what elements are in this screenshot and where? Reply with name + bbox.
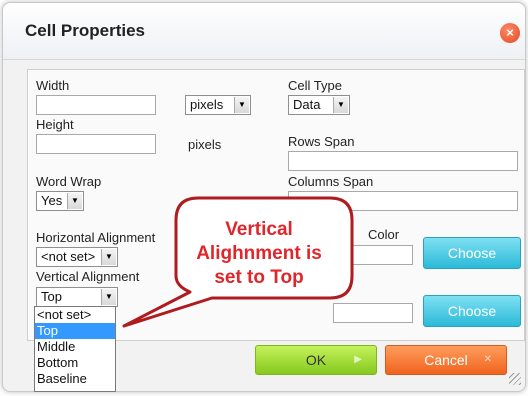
dropdown-option[interactable]: <not set> [35, 307, 115, 323]
vertical-alignment-select[interactable]: Top ▼ [36, 287, 118, 307]
word-wrap-label: Word Wrap [36, 174, 102, 189]
horizontal-alignment-label: Horizontal Alignment [36, 230, 156, 245]
dropdown-option[interactable]: Bottom [35, 355, 115, 371]
cancel-label: Cancel [424, 352, 468, 368]
dropdown-arrow-icon: ▼ [234, 97, 249, 113]
dropdown-option[interactable]: Middle [35, 339, 115, 355]
horizontal-alignment-select[interactable]: <not set> ▼ [36, 247, 118, 267]
dropdown-arrow-icon: ▼ [101, 249, 116, 265]
callout-line-3: set to Top [214, 267, 304, 288]
dialog-header: Cell Properties × [3, 3, 525, 60]
callout-text: Vertical Alighnment is set to Top [184, 218, 334, 290]
ok-button[interactable]: OK ▶ [255, 345, 377, 375]
arrow-right-icon: ▶ [354, 354, 362, 365]
word-wrap-value: Yes [41, 193, 63, 208]
resize-grip-icon[interactable] [509, 373, 521, 385]
color-input-1[interactable] [333, 245, 413, 265]
cell-type-select[interactable]: Data ▼ [288, 95, 350, 115]
color-label: Color [368, 227, 400, 242]
cell-type-label: Cell Type [288, 78, 342, 93]
height-label: Height [36, 117, 74, 132]
width-input[interactable] [36, 95, 156, 115]
cell-type-value: Data [293, 97, 321, 112]
dialog-title: Cell Properties [25, 21, 145, 40]
callout-line-2: Alighnment is [196, 243, 322, 264]
horizontal-alignment-value: <not set> [41, 249, 96, 264]
width-label: Width [36, 78, 70, 93]
close-small-icon: ✕ [483, 354, 492, 365]
rows-span-input[interactable] [288, 151, 518, 171]
callout-line-1: Vertical [225, 219, 293, 240]
cancel-button[interactable]: Cancel ✕ [385, 345, 507, 375]
rows-span-label: Rows Span [288, 134, 355, 149]
height-unit-label: pixels [188, 137, 222, 152]
close-icon: × [506, 25, 514, 40]
close-button[interactable]: × [500, 23, 520, 43]
columns-span-label: Columns Span [288, 174, 374, 189]
columns-span-input[interactable] [288, 191, 518, 211]
height-input[interactable] [36, 134, 156, 154]
choose-color-button-2[interactable]: Choose [423, 295, 521, 327]
color-input-2[interactable] [333, 303, 413, 323]
width-unit-select[interactable]: pixels ▼ [185, 95, 251, 115]
dropdown-option-selected[interactable]: Top [35, 323, 115, 339]
dropdown-arrow-icon: ▼ [101, 289, 116, 305]
vertical-alignment-dropdown[interactable]: <not set> Top Middle Bottom Baseline [34, 306, 116, 392]
dropdown-option[interactable]: Baseline [35, 371, 115, 387]
word-wrap-select[interactable]: Yes ▼ [36, 191, 84, 211]
vertical-alignment-label: Vertical Alignment [36, 269, 140, 284]
width-unit-value: pixels [190, 97, 224, 112]
vertical-alignment-value: Top [41, 289, 62, 304]
ok-label: OK [305, 352, 327, 368]
choose-color-button-1[interactable]: Choose [423, 237, 521, 269]
dropdown-arrow-icon: ▼ [67, 193, 82, 209]
dropdown-arrow-icon: ▼ [333, 97, 348, 113]
